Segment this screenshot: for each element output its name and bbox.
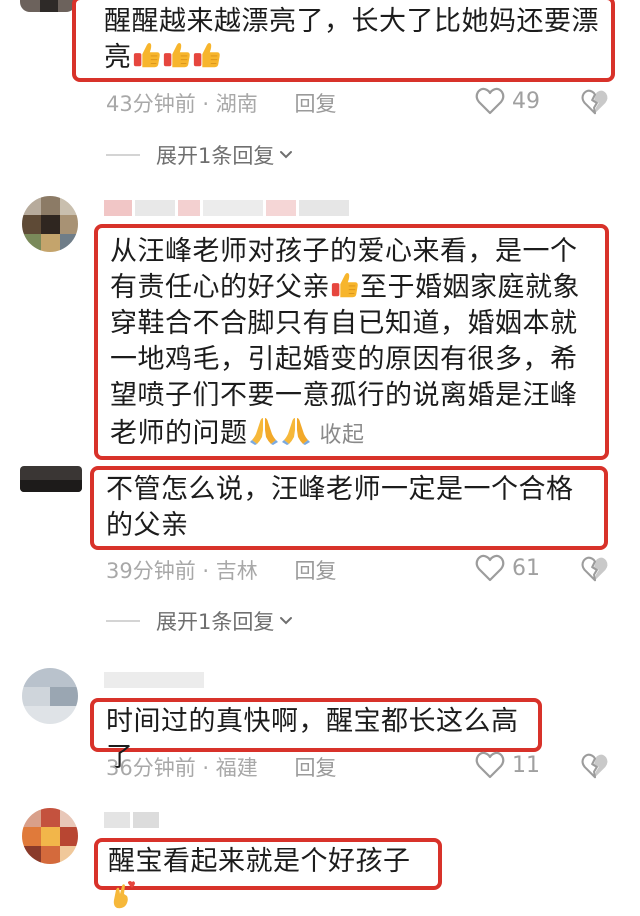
comment-meta: 43分钟前 · 湖南 回复 <box>106 92 337 116</box>
comment-meta: 39分钟前 · 吉林 回复 <box>106 559 337 583</box>
thumbs-up-icon <box>132 40 162 70</box>
username-blurred[interactable] <box>104 812 164 828</box>
like-button[interactable]: 11 <box>474 749 540 781</box>
like-count: 49 <box>512 88 540 114</box>
expand-replies-button[interactable]: 展开1条回复 <box>106 606 294 636</box>
timestamp: 43分钟前 <box>106 92 196 116</box>
divider <box>106 620 140 622</box>
like-button[interactable]: 49 <box>474 85 540 117</box>
broken-heart-icon[interactable] <box>580 87 610 117</box>
like-count: 11 <box>512 752 540 778</box>
folded-hands-icon <box>280 414 312 446</box>
comment-text: 醒醒越来越漂亮了，长大了比她妈还要漂亮 <box>104 4 604 76</box>
location: 吉林 <box>215 559 258 583</box>
chevron-down-icon <box>278 613 294 629</box>
expand-replies-button[interactable]: 展开1条回复 <box>106 140 294 170</box>
broken-heart-icon[interactable] <box>580 554 610 584</box>
username-blurred[interactable] <box>104 672 224 688</box>
thumbs-up-icon <box>330 270 360 300</box>
comment-meta: 36分钟前 · 福建 回复 <box>106 756 337 780</box>
reply-button[interactable]: 回复 <box>294 92 336 116</box>
crossed-fingers-heart-icon <box>113 881 135 909</box>
comment-text: 不管怎么说，汪峰老师一定是一个合格的父亲 <box>106 472 596 544</box>
comment-text: 从汪峰老师对孩子的爱心来看，是一个有责任心的好父亲 至于婚姻家庭就象穿鞋合不合脚只… <box>110 234 604 454</box>
avatar[interactable] <box>22 668 78 724</box>
collapse-button[interactable]: 收起 <box>320 423 365 448</box>
avatar[interactable] <box>20 0 76 12</box>
chevron-down-icon <box>278 147 294 163</box>
comment-body: 不管怎么说，汪峰老师一定是一个合格的父亲 <box>106 474 574 541</box>
broken-heart-icon[interactable] <box>580 751 610 781</box>
comment-text: 醒宝看起来就是个好孩子 <box>108 844 438 916</box>
like-button[interactable]: 61 <box>474 552 540 584</box>
reply-button[interactable]: 回复 <box>294 756 336 780</box>
avatar[interactable] <box>22 196 78 252</box>
heart-icon <box>474 85 506 117</box>
divider <box>106 154 140 156</box>
expand-replies-label: 展开1条回复 <box>156 144 275 168</box>
thumbs-up-icon <box>162 40 192 70</box>
thumbs-up-icon <box>192 40 222 70</box>
like-count: 61 <box>512 555 540 581</box>
reply-button[interactable]: 回复 <box>294 559 336 583</box>
folded-hands-icon <box>248 414 280 446</box>
heart-icon <box>474 552 506 584</box>
timestamp: 39分钟前 <box>106 559 196 583</box>
avatar[interactable] <box>22 808 78 864</box>
location: 湖南 <box>215 92 258 116</box>
timestamp: 36分钟前 <box>106 756 196 780</box>
heart-icon <box>474 749 506 781</box>
comment-body: 醒宝看起来就是个好孩子 <box>108 846 411 877</box>
username-blurred[interactable] <box>104 200 384 216</box>
location: 福建 <box>215 756 258 780</box>
avatar[interactable] <box>20 466 82 492</box>
expand-replies-label: 展开1条回复 <box>156 610 275 634</box>
